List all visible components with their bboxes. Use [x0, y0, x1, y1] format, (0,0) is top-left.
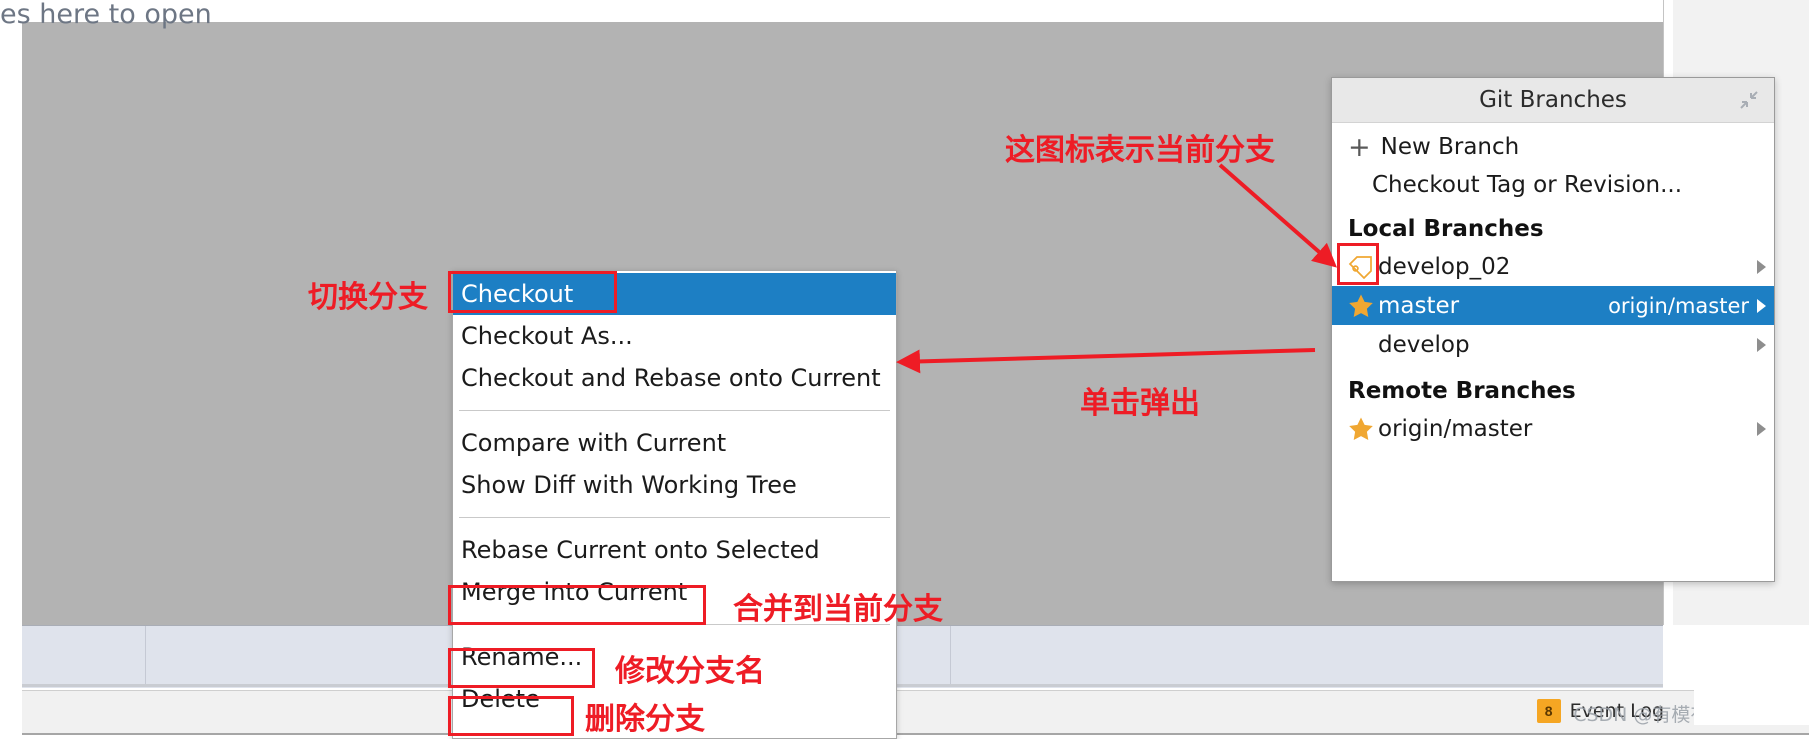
branch-name-label: develop [1378, 331, 1470, 358]
status-bar-right-blank [1694, 690, 1809, 725]
menu-item-new-branch-label: New Branch [1380, 134, 1520, 160]
annotation-merge-into-current: 合并到当前分支 [733, 592, 943, 627]
plus-icon: + [1348, 131, 1371, 163]
menu-item-checkout-tag-or-revision[interactable]: Checkout Tag or Revision... [1332, 166, 1774, 204]
context-menu-item-label: Rebase Current onto Selected [461, 536, 820, 564]
branch-row-develop[interactable]: develop [1332, 325, 1774, 364]
git-branches-popup: Git Branches + New Branch Checkout Tag o… [1331, 77, 1775, 582]
branch-row-master[interactable]: master origin/master [1332, 286, 1774, 325]
context-menu-item-label: Checkout and Rebase onto Current [461, 364, 881, 392]
context-menu-item-label: Checkout As... [461, 322, 633, 350]
git-branches-title: Git Branches [1479, 87, 1627, 113]
editor-drop-hint-text: es here to open [0, 0, 212, 30]
branch-row-develop-02[interactable]: develop_02 [1332, 247, 1774, 286]
context-menu-group-compare: Compare with Current Show Diff with Work… [453, 420, 896, 508]
chevron-right-icon [1757, 298, 1766, 313]
bottom-tool-divider [950, 626, 951, 687]
highlight-box-checkout [448, 271, 617, 313]
context-menu-item-label: Show Diff with Working Tree [461, 471, 797, 499]
branch-tracking-label: origin/master [1608, 293, 1749, 318]
branch-name-label: origin/master [1378, 415, 1533, 442]
context-menu-separator [459, 517, 890, 518]
left-gutter-strip [0, 0, 22, 737]
collapse-icon[interactable] [1736, 87, 1762, 113]
context-menu-item-checkout-as[interactable]: Checkout As... [453, 315, 896, 357]
annotation-click-to-popup: 单击弹出 [1080, 386, 1200, 421]
highlight-box-tag-icon [1337, 243, 1379, 285]
context-menu-item-show-diff-with-working-tree[interactable]: Show Diff with Working Tree [453, 464, 896, 506]
section-title-remote-branches: Remote Branches [1348, 377, 1576, 404]
branch-name-label: develop_02 [1378, 253, 1511, 280]
context-menu-separator [459, 410, 890, 411]
star-icon [1348, 293, 1378, 318]
branch-row-origin-master[interactable]: origin/master [1332, 409, 1774, 448]
event-log-count-badge: 8 [1536, 699, 1561, 723]
highlight-box-delete [448, 696, 574, 736]
star-icon [1348, 416, 1378, 441]
menu-item-checkout-tag-or-revision-label: Checkout Tag or Revision... [1372, 172, 1683, 198]
menu-item-new-branch[interactable]: + New Branch [1332, 128, 1774, 166]
context-menu-item-compare-with-current[interactable]: Compare with Current [453, 422, 896, 464]
branch-name-label: master [1378, 292, 1460, 319]
highlight-box-rename [448, 648, 595, 688]
context-menu-item-rebase-current-onto-selected[interactable]: Rebase Current onto Selected [453, 529, 896, 571]
annotation-current-branch-icon: 这图标表示当前分支 [1005, 133, 1275, 168]
highlight-box-merge-into-current [448, 585, 706, 625]
annotation-switch-branch: 切换分支 [308, 280, 428, 315]
git-branches-header: Git Branches [1332, 78, 1774, 123]
git-branches-list: + New Branch Checkout Tag or Revision...… [1332, 123, 1774, 448]
context-menu-item-label: Compare with Current [461, 429, 727, 457]
chevron-right-icon [1757, 421, 1766, 436]
bottom-tool-divider [145, 626, 146, 687]
chevron-right-icon [1757, 259, 1766, 274]
chevron-right-icon [1757, 337, 1766, 352]
annotation-rename-branch: 修改分支名 [615, 654, 765, 689]
annotation-delete-branch: 删除分支 [585, 702, 705, 737]
context-menu-item-checkout-and-rebase-onto-current[interactable]: Checkout and Rebase onto Current [453, 357, 896, 399]
section-title-local-branches: Local Branches [1348, 215, 1544, 242]
